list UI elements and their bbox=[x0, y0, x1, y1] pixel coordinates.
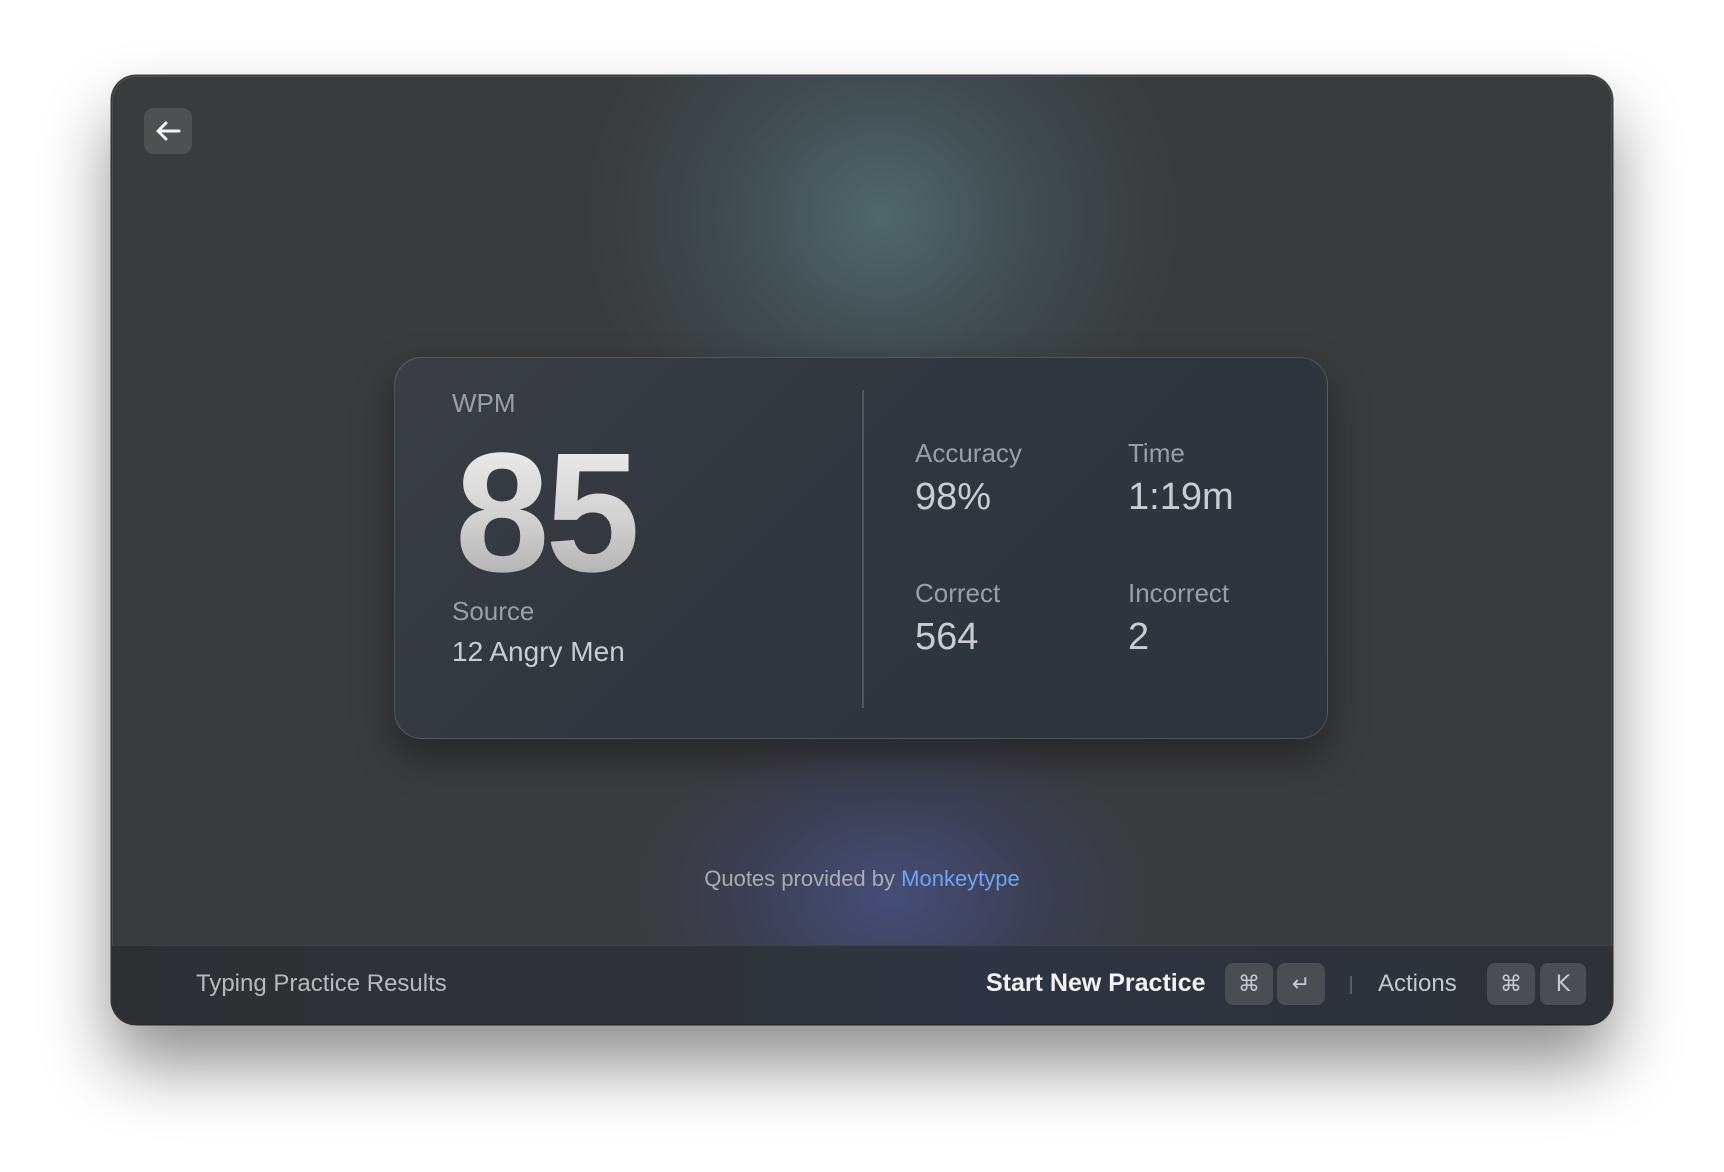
time-label: Time bbox=[1128, 438, 1185, 468]
source-label: Source bbox=[452, 596, 535, 626]
monkeytype-link[interactable]: Monkeytype bbox=[901, 866, 1020, 891]
command-key-icon: ⌘ bbox=[1487, 963, 1535, 1005]
footer-separator bbox=[1350, 976, 1352, 994]
correct-label: Correct bbox=[915, 578, 1001, 608]
card-divider bbox=[862, 390, 864, 708]
action-bar: Typing Practice Results Start New Practi… bbox=[112, 945, 1612, 1024]
command-key-icon: ⌘ bbox=[1225, 963, 1273, 1005]
typing-results-window: WPM 85 Source 12 Angry Men Accuracy 98% … bbox=[112, 76, 1612, 1024]
k-key-icon: K bbox=[1540, 963, 1586, 1005]
quotes-credit: Quotes provided by Monkeytype bbox=[112, 866, 1612, 892]
accuracy-value: 98% bbox=[915, 476, 992, 518]
start-new-practice-button[interactable]: Start New Practice bbox=[986, 969, 1206, 998]
correct-value: 564 bbox=[915, 616, 979, 658]
wpm-value: 85 bbox=[455, 418, 640, 608]
back-button[interactable] bbox=[144, 108, 192, 154]
footer-title: Typing Practice Results bbox=[196, 970, 447, 997]
results-card: WPM 85 Source 12 Angry Men Accuracy 98% … bbox=[394, 357, 1328, 739]
arrow-left-icon bbox=[156, 121, 181, 141]
return-key-icon: ↵ bbox=[1277, 963, 1325, 1005]
credit-prefix: Quotes provided by bbox=[704, 866, 896, 891]
incorrect-value: 2 bbox=[1128, 616, 1150, 658]
time-value: 1:19m bbox=[1128, 476, 1234, 518]
wpm-label: WPM bbox=[452, 388, 516, 418]
accuracy-label: Accuracy bbox=[915, 438, 1022, 468]
incorrect-label: Incorrect bbox=[1128, 578, 1230, 608]
actions-button[interactable]: Actions bbox=[1378, 970, 1457, 998]
source-value: 12 Angry Men bbox=[452, 636, 625, 667]
